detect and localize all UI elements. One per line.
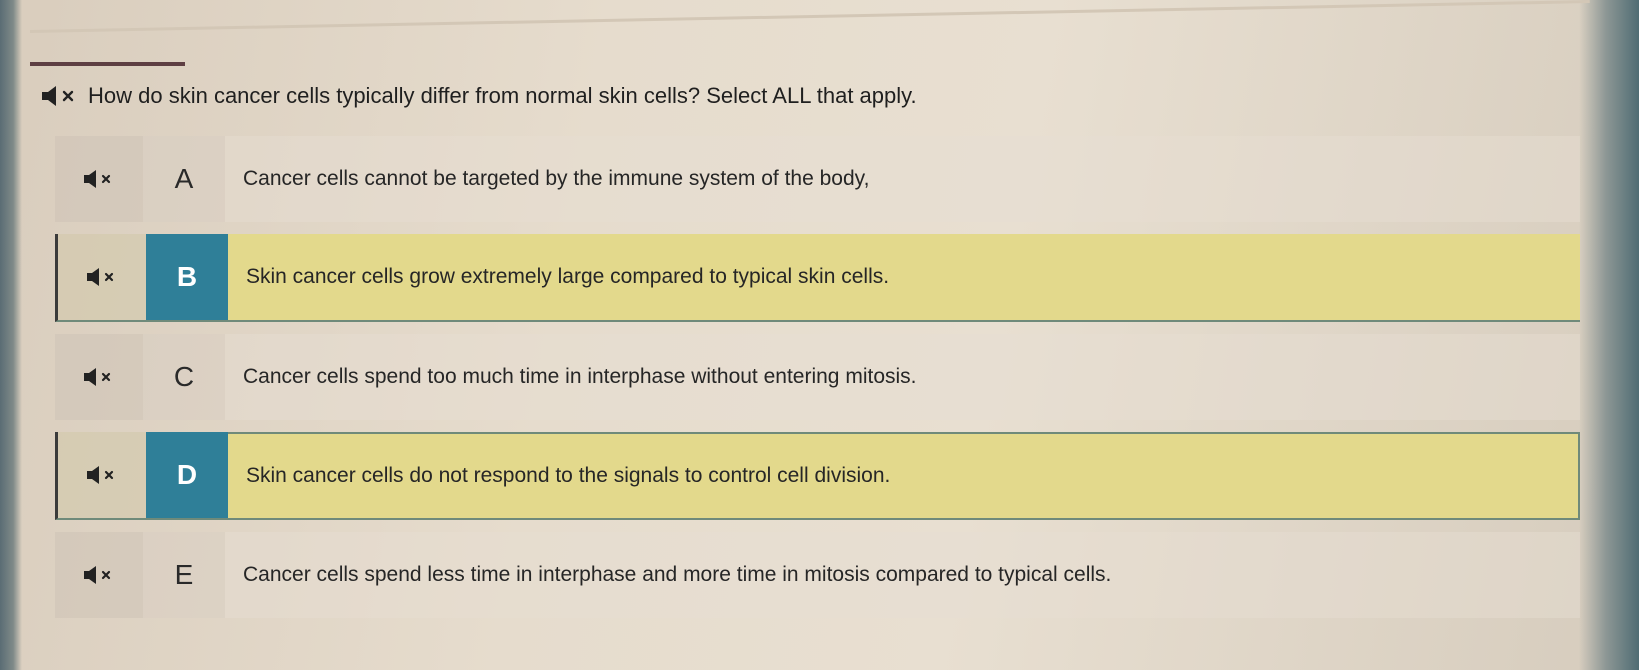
choice-letter: C — [143, 334, 225, 420]
divider — [29, 0, 1590, 33]
choice-a[interactable]: A Cancer cells cannot be targeted by the… — [55, 136, 1580, 222]
speaker-muted-icon — [85, 465, 119, 485]
choice-letter: A — [143, 136, 225, 222]
speaker-muted-icon[interactable] — [40, 85, 80, 107]
screen-bezel-left — [0, 0, 22, 670]
choice-e[interactable]: E Cancer cells spend less time in interp… — [55, 532, 1580, 618]
speaker-muted-icon — [82, 367, 116, 387]
choice-text: Skin cancer cells do not respond to the … — [228, 432, 1580, 518]
choice-letter: D — [146, 432, 228, 518]
speaker-muted-icon — [85, 267, 119, 287]
choice-audio-button[interactable] — [55, 136, 143, 222]
choice-text: Cancer cells spend too much time in inte… — [225, 334, 1580, 420]
choice-audio-button[interactable] — [58, 432, 146, 518]
choice-text: Skin cancer cells grow extremely large c… — [228, 234, 1580, 320]
choice-text: Cancer cells cannot be targeted by the i… — [225, 136, 1580, 222]
choice-audio-button[interactable] — [55, 532, 143, 618]
progress-indicator — [30, 62, 185, 66]
question-prompt: How do skin cancer cells typically diffe… — [40, 78, 917, 114]
choice-c[interactable]: C Cancer cells spend too much time in in… — [55, 334, 1580, 420]
choice-audio-button[interactable] — [58, 234, 146, 320]
choice-letter: B — [146, 234, 228, 320]
question-text: How do skin cancer cells typically diffe… — [88, 83, 917, 108]
choice-audio-button[interactable] — [55, 334, 143, 420]
choice-b[interactable]: B Skin cancer cells grow extremely large… — [55, 234, 1580, 322]
choice-text: Cancer cells spend less time in interpha… — [225, 532, 1580, 618]
answer-choices: A Cancer cells cannot be targeted by the… — [55, 136, 1580, 630]
choice-d[interactable]: D Skin cancer cells do not respond to th… — [55, 432, 1580, 520]
speaker-muted-icon — [82, 565, 116, 585]
speaker-muted-icon — [82, 169, 116, 189]
screen-bezel-right — [1579, 0, 1639, 670]
choice-letter: E — [143, 532, 225, 618]
